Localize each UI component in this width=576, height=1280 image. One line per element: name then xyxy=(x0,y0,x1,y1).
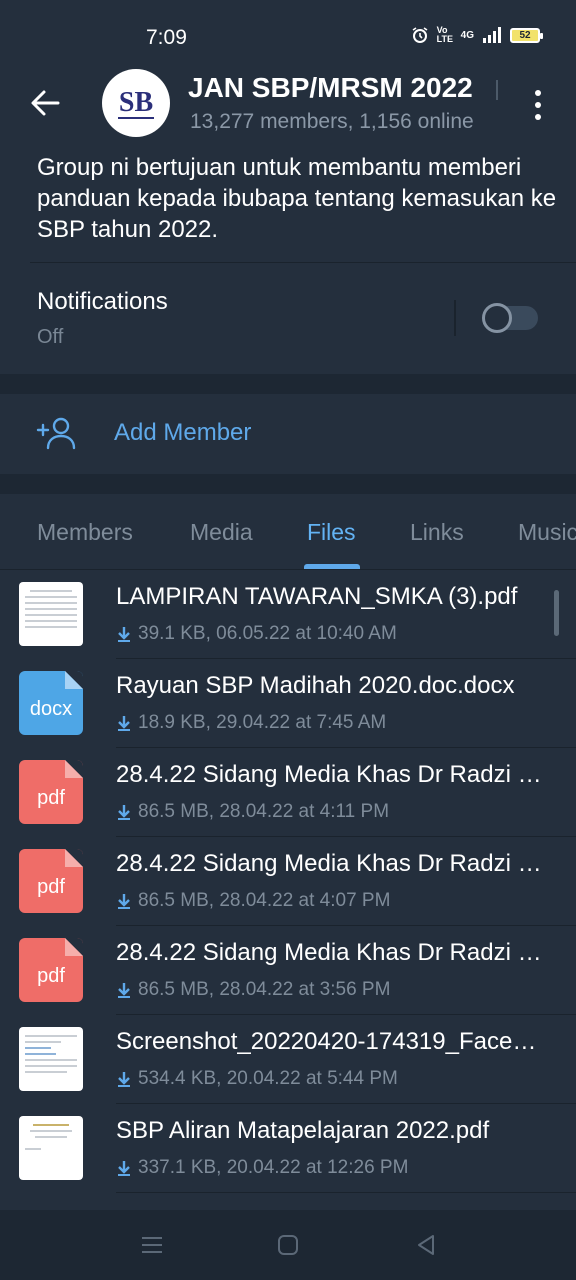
notifications-toggle[interactable] xyxy=(482,303,538,333)
more-options-icon[interactable] xyxy=(528,90,548,120)
back-arrow-icon[interactable] xyxy=(28,86,62,120)
volte-icon: Vo LTE xyxy=(436,25,453,44)
download-arrow-icon[interactable] xyxy=(116,804,132,820)
system-nav-bar xyxy=(0,1210,576,1280)
group-member-count: 13,277 members, 1,156 online xyxy=(190,110,474,133)
pdf-file-icon: pdf xyxy=(19,938,83,1002)
download-arrow-icon[interactable] xyxy=(116,982,132,998)
add-user-icon xyxy=(36,417,76,450)
file-meta: 534.4 KB, 20.04.22 at 5:44 PM xyxy=(116,1068,398,1090)
add-member-row[interactable]: Add Member xyxy=(0,394,576,474)
file-row[interactable]: SBP Aliran Matapelajaran 2022.pdf 337.1 … xyxy=(0,1104,576,1193)
status-time: 7:09 xyxy=(146,26,187,49)
file-name: LAMPIRAN TAWARAN_SMKA (3).pdf xyxy=(116,583,518,610)
file-row[interactable]: pdf 28.4.22 Sidang Media Khas Dr Radzi …… xyxy=(0,926,576,1015)
toggle-knob xyxy=(482,303,512,333)
home-icon[interactable] xyxy=(273,1230,303,1260)
title-separator xyxy=(496,80,498,100)
file-extension: pdf xyxy=(37,965,65,987)
status-bar: 7:09 Vo LTE 4G 52 xyxy=(0,0,576,62)
file-row[interactable]: LAMPIRAN TAWARAN_SMKA (3).pdf 39.1 KB, 0… xyxy=(0,570,576,659)
file-size-date: 86.5 MB, 28.04.22 at 3:56 PM xyxy=(138,979,391,1000)
divider xyxy=(116,1192,576,1193)
docx-file-icon: docx xyxy=(19,671,83,735)
file-list: LAMPIRAN TAWARAN_SMKA (3).pdf 39.1 KB, 0… xyxy=(0,570,576,1210)
file-name: 28.4.22 Sidang Media Khas Dr Radzi … xyxy=(116,939,542,966)
battery-level: 52 xyxy=(519,29,531,41)
file-row[interactable]: docx Rayuan SBP Madihah 2020.doc.docx 18… xyxy=(0,659,576,748)
download-arrow-icon[interactable] xyxy=(116,1160,132,1176)
file-row[interactable]: pdf 28.4.22 Sidang Media Khas Dr Radzi …… xyxy=(0,837,576,926)
file-meta: 18.9 KB, 29.04.22 at 7:45 AM xyxy=(116,712,386,734)
tab-links[interactable]: Links xyxy=(410,519,464,546)
recent-apps-icon[interactable] xyxy=(137,1230,167,1260)
file-extension: pdf xyxy=(37,876,65,898)
file-size-date: 39.1 KB, 06.05.22 at 10:40 AM xyxy=(138,623,397,644)
tab-members[interactable]: Members xyxy=(37,519,133,546)
notifications-separator xyxy=(454,300,456,336)
pdf-file-icon: pdf xyxy=(19,849,83,913)
chat-header: SB JAN SBP/MRSM 2022 13,277 members, 1,1… xyxy=(0,62,576,150)
sbp-logo-icon: SB xyxy=(118,87,154,119)
file-name: Screenshot_20220420-174319_Face… xyxy=(116,1028,537,1055)
file-name: 28.4.22 Sidang Media Khas Dr Radzi … xyxy=(116,850,542,877)
screenshot-thumbnail xyxy=(19,1027,83,1091)
file-size-date: 18.9 KB, 29.04.22 at 7:45 AM xyxy=(138,712,387,733)
file-size-date: 337.1 KB, 20.04.22 at 12:26 PM xyxy=(138,1157,409,1178)
download-arrow-icon[interactable] xyxy=(116,1071,132,1087)
file-row[interactable]: pdf 28.4.22 Sidang Media Khas Dr Radzi …… xyxy=(0,748,576,837)
file-size-date: 86.5 MB, 28.04.22 at 4:11 PM xyxy=(138,801,390,822)
media-tabs: Members Media Files Links Music xyxy=(0,494,576,570)
file-size-date: 534.4 KB, 20.04.22 at 5:44 PM xyxy=(138,1068,398,1089)
file-size-date: 86.5 MB, 28.04.22 at 4:07 PM xyxy=(138,890,391,911)
group-description: Group ni bertujuan untuk membantu member… xyxy=(37,154,557,243)
tab-music[interactable]: Music xyxy=(518,519,576,546)
document-thumbnail xyxy=(19,582,83,646)
group-title: JAN SBP/MRSM 2022 xyxy=(188,72,473,103)
tab-files[interactable]: Files xyxy=(307,519,356,546)
document-thumbnail xyxy=(19,1116,83,1180)
download-arrow-icon[interactable] xyxy=(116,893,132,909)
status-icons: Vo LTE 4G 52 xyxy=(411,25,543,44)
file-name: 28.4.22 Sidang Media Khas Dr Radzi … xyxy=(116,761,542,788)
network-label: 4G xyxy=(460,29,474,41)
file-meta: 86.5 MB, 28.04.22 at 4:11 PM xyxy=(116,801,389,823)
group-avatar[interactable]: SB xyxy=(102,69,170,137)
file-extension: pdf xyxy=(37,787,65,809)
battery-icon: 52 xyxy=(510,27,543,43)
file-meta: 86.5 MB, 28.04.22 at 3:56 PM xyxy=(116,979,390,1001)
file-extension: docx xyxy=(29,698,73,720)
back-nav-icon[interactable] xyxy=(411,1230,441,1260)
file-name: SBP Aliran Matapelajaran 2022.pdf xyxy=(116,1117,490,1144)
download-arrow-icon[interactable] xyxy=(116,626,132,642)
notifications-value: Off xyxy=(37,326,64,348)
alarm-icon xyxy=(412,27,428,43)
file-row[interactable]: Screenshot_20220420-174319_Face… 534.4 K… xyxy=(0,1015,576,1104)
file-meta: 39.1 KB, 06.05.22 at 10:40 AM xyxy=(116,623,397,645)
logo-text: SB xyxy=(119,87,153,118)
download-arrow-icon[interactable] xyxy=(116,715,132,731)
notifications-label[interactable]: Notifications xyxy=(37,288,168,316)
group-info-section: Group ni bertujuan untuk membantu member… xyxy=(0,150,576,374)
file-meta: 337.1 KB, 20.04.22 at 12:26 PM xyxy=(116,1157,408,1179)
add-member-label: Add Member xyxy=(114,419,252,446)
tab-media[interactable]: Media xyxy=(190,519,253,546)
file-meta: 86.5 MB, 28.04.22 at 4:07 PM xyxy=(116,890,390,912)
signal-icon xyxy=(483,27,501,43)
pdf-file-icon: pdf xyxy=(19,760,83,824)
divider xyxy=(30,262,576,263)
file-name: Rayuan SBP Madihah 2020.doc.docx xyxy=(116,672,515,699)
